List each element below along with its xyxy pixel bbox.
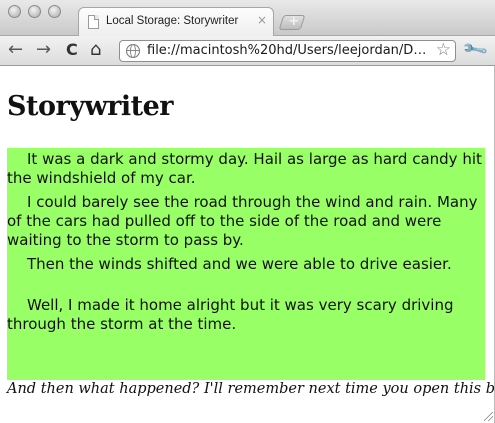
tab-title: Local Storage: Storywriter — [106, 15, 239, 27]
page-content: Storywriter It was a dark and stormy day… — [0, 66, 495, 423]
tab-local-storage[interactable]: Local Storage: Storywriter × — [78, 7, 274, 37]
zoom-window-button[interactable] — [48, 5, 61, 18]
page-title: Storywriter — [7, 91, 174, 122]
tab-close-icon[interactable]: × — [257, 13, 267, 27]
back-button[interactable]: ← — [8, 39, 23, 61]
bookmark-star-icon[interactable]: ☆ — [436, 40, 451, 60]
browser-toolbar: ← → C ⌂ file://macintosh%20hd/Users/leej… — [0, 36, 495, 66]
forward-button[interactable]: → — [36, 39, 51, 61]
wrench-icon[interactable]: 🔧 — [461, 36, 490, 65]
window-titlebar: Local Storage: Storywriter × + — [0, 0, 495, 37]
reload-button[interactable]: C — [66, 39, 78, 61]
plus-icon: + — [288, 14, 300, 29]
globe-icon — [126, 44, 140, 58]
resize-grip-icon[interactable] — [484, 412, 493, 421]
page-icon — [88, 15, 99, 29]
story-paragraph: It was a dark and stormy day. Hail as la… — [7, 150, 482, 187]
story-paragraph: Then the winds shifted and we were able … — [27, 255, 452, 273]
story-editor[interactable]: It was a dark and stormy day. Hail as la… — [7, 148, 485, 380]
story-paragraph: Well, I made it home alright but it was … — [7, 296, 454, 333]
story-paragraph: I could barely see the road through the … — [7, 193, 478, 249]
home-button[interactable]: ⌂ — [90, 39, 101, 61]
url-text[interactable]: file://macintosh%20hd/Users/leejordan/D… — [147, 43, 425, 58]
close-window-button[interactable] — [8, 5, 21, 18]
minimize-window-button[interactable] — [28, 5, 41, 18]
address-bar[interactable]: file://macintosh%20hd/Users/leejordan/D…… — [119, 40, 456, 62]
storage-caption: And then what happened? I'll remember ne… — [7, 381, 495, 397]
new-tab-button[interactable]: + — [278, 14, 306, 30]
